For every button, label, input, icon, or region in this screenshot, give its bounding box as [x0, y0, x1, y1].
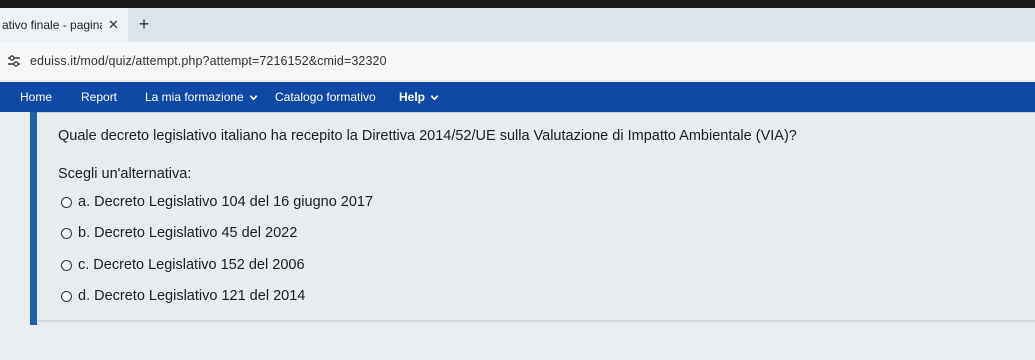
option-label[interactable]: c. Decreto Legislativo 152 del 2006 [78, 257, 305, 273]
answer-option-a[interactable]: a. Decreto Legislativo 104 del 16 giugno… [61, 194, 373, 210]
divider [37, 320, 1035, 322]
radio-button[interactable] [61, 196, 72, 208]
option-label[interactable]: b. Decreto Legislativo 45 del 2022 [78, 225, 297, 241]
answer-option-d[interactable]: d. Decreto Legislativo 121 del 2014 [61, 288, 305, 304]
question-text: Quale decreto legislativo italiano ha re… [58, 128, 797, 144]
url-text[interactable]: eduiss.it/mod/quiz/attempt.php?attempt=7… [30, 54, 387, 68]
browser-tab-strip: ativo finale - pagina ✕ + [0, 8, 1035, 42]
new-tab-button[interactable]: + [134, 14, 154, 34]
nav-item-catalogo-formativo[interactable]: Catalogo formativo [275, 90, 376, 104]
nav-item-report[interactable]: Report [81, 90, 117, 104]
nav-item-help[interactable]: Help [399, 90, 439, 104]
answer-option-c[interactable]: c. Decreto Legislativo 152 del 2006 [61, 257, 305, 273]
answer-option-b[interactable]: b. Decreto Legislativo 45 del 2022 [61, 225, 297, 241]
address-bar[interactable]: eduiss.it/mod/quiz/attempt.php?attempt=7… [0, 42, 1035, 80]
question-accent-bar [30, 112, 37, 325]
nav-item-la-mia-formazione[interactable]: La mia formazione [145, 90, 258, 104]
answer-prompt: Scegli un'alternativa: [58, 166, 192, 182]
chevron-down-icon [249, 94, 257, 101]
radio-button[interactable] [61, 290, 72, 302]
radio-button[interactable] [61, 259, 72, 271]
radio-button[interactable] [61, 227, 72, 239]
nav-item-label: Report [81, 90, 118, 104]
site-navbar: Home Report La mia formazione Catalogo f… [0, 82, 1035, 112]
option-label[interactable]: a. Decreto Legislativo 104 del 16 giugno… [78, 194, 373, 210]
tab-title: ativo finale - pagina [2, 18, 102, 32]
option-label[interactable]: d. Decreto Legislativo 121 del 2014 [78, 288, 305, 304]
site-settings-icon[interactable] [6, 53, 22, 69]
browser-tab[interactable]: ativo finale - pagina ✕ [0, 8, 128, 42]
nav-item-label: Home [20, 90, 53, 104]
nav-item-label: Help [399, 90, 426, 104]
close-icon[interactable]: ✕ [108, 17, 119, 33]
chevron-down-icon [430, 94, 439, 101]
nav-item-home[interactable]: Home [20, 90, 52, 104]
nav-item-label: La mia formazione [145, 90, 244, 104]
window-top-border [0, 0, 1035, 8]
nav-item-label: Catalogo formativo [275, 90, 376, 104]
